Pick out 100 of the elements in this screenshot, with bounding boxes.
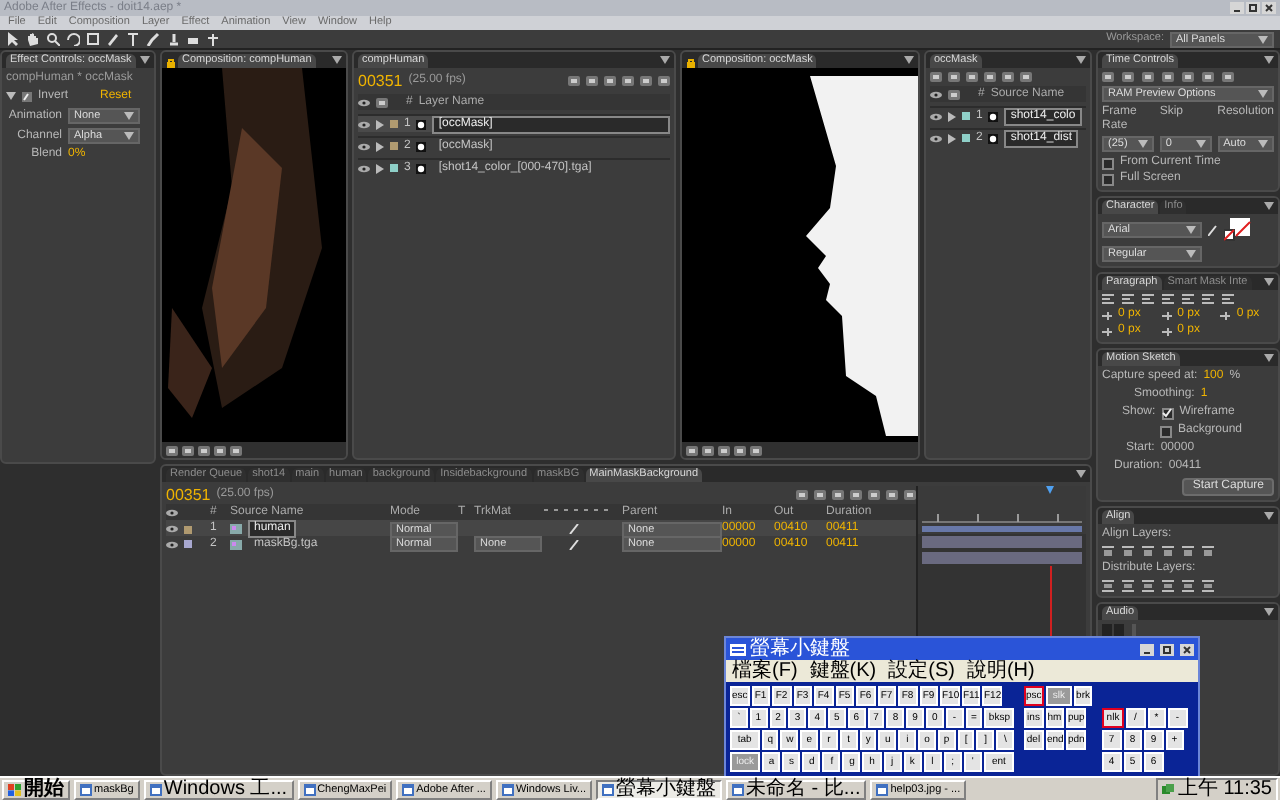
- viewer-control-icon[interactable]: [686, 445, 698, 455]
- align-text-icon[interactable]: [1102, 294, 1114, 304]
- stamp-tool-icon[interactable]: [166, 32, 180, 46]
- toolbar-icon[interactable]: [1002, 72, 1014, 82]
- close-button[interactable]: [1180, 643, 1194, 655]
- toolbar-icon[interactable]: [904, 490, 916, 500]
- toolbar-icon[interactable]: [796, 490, 808, 500]
- panel-menu-icon[interactable]: [1264, 354, 1274, 364]
- align-text-icon[interactable]: [1122, 294, 1134, 304]
- maximize-button[interactable]: [1160, 643, 1174, 655]
- panel-menu-icon[interactable]: [1264, 56, 1274, 66]
- toolbar-icon[interactable]: [850, 490, 862, 500]
- eye-icon[interactable]: [930, 133, 942, 143]
- menu-item[interactable]: 鍵盤(K): [809, 660, 877, 682]
- align-icon[interactable]: [1102, 546, 1114, 558]
- align-text-icon[interactable]: [1142, 294, 1154, 304]
- viewer-control-icon[interactable]: [230, 445, 242, 455]
- panel-menu-icon[interactable]: [660, 56, 670, 66]
- distribute-icon[interactable]: [1162, 580, 1174, 592]
- align-icon[interactable]: [1202, 546, 1214, 558]
- viewer-control-icon[interactable]: [702, 445, 714, 455]
- lock-icon[interactable]: [686, 58, 696, 68]
- distribute-icon[interactable]: [1102, 580, 1114, 592]
- playback-button[interactable]: [1202, 72, 1214, 82]
- time-ruler-drawing[interactable]: [918, 486, 1086, 534]
- expand-arrow-icon[interactable]: [376, 119, 384, 129]
- expand-arrow-icon[interactable]: [948, 133, 956, 143]
- eye-icon[interactable]: [930, 111, 942, 121]
- playback-button[interactable]: [1122, 72, 1134, 82]
- viewer-control-icon[interactable]: [214, 445, 226, 455]
- hand-tool-icon[interactable]: [26, 32, 40, 46]
- viewer-control-icon[interactable]: [198, 445, 210, 455]
- viewer-control-icon[interactable]: [182, 445, 194, 455]
- toolbar-icon[interactable]: [586, 76, 598, 86]
- expand-arrow-icon[interactable]: [376, 141, 384, 151]
- playback-button[interactable]: [1162, 72, 1174, 82]
- pin-tool-icon[interactable]: [206, 32, 220, 46]
- toolbar-icon[interactable]: [658, 76, 670, 86]
- checkbox[interactable]: [1161, 407, 1174, 419]
- playback-button[interactable]: [1222, 72, 1234, 82]
- taskbar-item[interactable]: 未命名 - 比...: [726, 779, 867, 799]
- toolbar-icon[interactable]: [1020, 72, 1032, 82]
- align-text-icon[interactable]: [1182, 294, 1194, 304]
- toolbar-icon[interactable]: [640, 76, 652, 86]
- panel-menu-icon[interactable]: [1264, 278, 1274, 288]
- distribute-icon[interactable]: [1122, 580, 1134, 592]
- zoom-tool-icon[interactable]: [46, 32, 60, 46]
- align-icon[interactable]: [1162, 546, 1174, 558]
- playback-button[interactable]: [1102, 72, 1114, 82]
- minimize-button[interactable]: [1140, 643, 1154, 655]
- eyedropper-icon[interactable]: [1208, 224, 1218, 236]
- toolbar-icon[interactable]: [984, 72, 996, 82]
- viewer-control-icon[interactable]: [734, 445, 746, 455]
- menu-item[interactable]: 檔案(F): [732, 660, 798, 682]
- toolbar-icon[interactable]: [948, 72, 960, 82]
- checkbox[interactable]: [1102, 157, 1114, 169]
- align-text-icon[interactable]: [1222, 294, 1234, 304]
- selection-tool-icon[interactable]: [6, 32, 20, 46]
- timecode[interactable]: 00351: [166, 486, 211, 504]
- align-icon[interactable]: [1142, 546, 1154, 558]
- taskbar-item[interactable]: 螢幕小鍵盤: [596, 779, 723, 799]
- distribute-icon[interactable]: [1182, 580, 1194, 592]
- eye-icon[interactable]: [358, 119, 370, 129]
- network-icon[interactable]: [1161, 783, 1174, 795]
- panel-menu-icon[interactable]: [1264, 608, 1274, 618]
- eye-icon[interactable]: [358, 141, 370, 151]
- align-text-icon[interactable]: [1162, 294, 1174, 304]
- panel-menu-icon[interactable]: [1076, 470, 1086, 480]
- panel-menu-icon[interactable]: [1076, 56, 1086, 66]
- toolbar-icon[interactable]: [886, 490, 898, 500]
- brush-tool-icon[interactable]: [146, 32, 160, 46]
- playback-button[interactable]: [1182, 72, 1194, 82]
- maximize-button[interactable]: [1246, 2, 1260, 14]
- distribute-icon[interactable]: [1202, 580, 1214, 592]
- eye-icon[interactable]: [358, 163, 370, 173]
- align-text-icon[interactable]: [1202, 294, 1214, 304]
- playback-button[interactable]: [1142, 72, 1154, 82]
- panel-menu-icon[interactable]: [1264, 202, 1274, 212]
- viewer-control-icon[interactable]: [718, 445, 730, 455]
- panel-menu-icon[interactable]: [140, 56, 150, 66]
- toolbar-icon[interactable]: [622, 76, 634, 86]
- start-button[interactable]: 開始: [2, 779, 70, 799]
- lock-icon[interactable]: [166, 58, 176, 68]
- toolbar-icon[interactable]: [814, 490, 826, 500]
- panel-menu-icon[interactable]: [1264, 512, 1274, 522]
- color-swatch-icon[interactable]: [1224, 218, 1252, 242]
- align-icon[interactable]: [1122, 546, 1134, 558]
- rectangle-tool-icon[interactable]: [86, 32, 100, 46]
- distribute-icon[interactable]: [1142, 580, 1154, 592]
- close-button[interactable]: [1262, 2, 1276, 14]
- taskbar-item[interactable]: Windows 工...: [143, 779, 294, 799]
- eraser-tool-icon[interactable]: [186, 32, 200, 46]
- menu-item[interactable]: 設定(S): [888, 660, 955, 682]
- text-tool-icon[interactable]: [126, 32, 140, 46]
- eye-icon[interactable]: [166, 539, 178, 549]
- expand-arrow-icon[interactable]: [948, 111, 956, 121]
- menu-item[interactable]: 說明(H): [966, 660, 1035, 682]
- toolbar-icon[interactable]: [930, 72, 942, 82]
- disclosure-triangle-icon[interactable]: [6, 92, 16, 102]
- viewer-control-icon[interactable]: [166, 445, 178, 455]
